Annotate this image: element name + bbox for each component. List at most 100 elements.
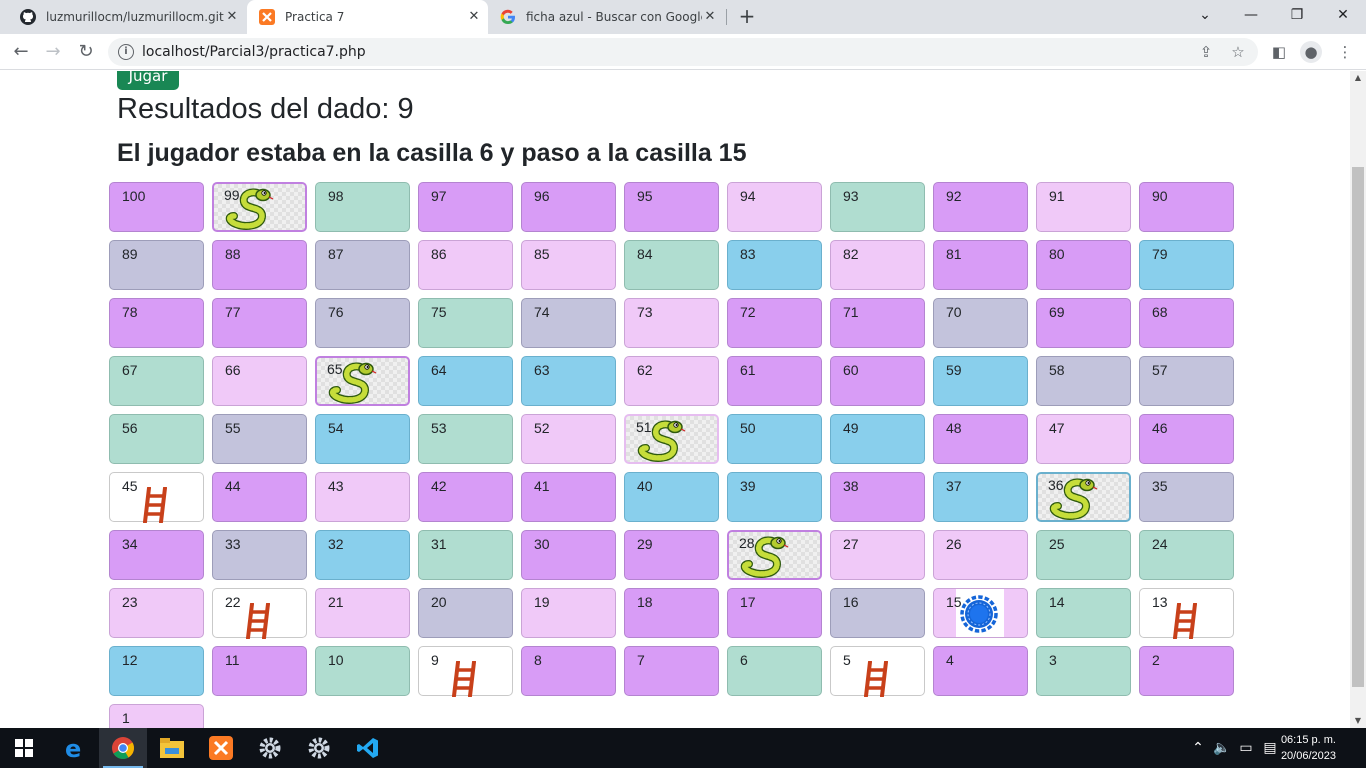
vscode-icon[interactable] [344,728,392,768]
board-cell-37: 37 [933,472,1028,522]
board-cell-85: 85 [521,240,616,290]
board-cell-15: 15 [933,588,1028,638]
page-scrollbar[interactable]: ▲ ▼ [1350,71,1366,728]
tab-practica-7[interactable]: Practica 7 ✕ [247,0,488,34]
system-clock[interactable]: 06:15 p. m. 20/06/2023 [1281,732,1336,764]
bookmark-star-icon[interactable]: ☆ [1228,42,1248,62]
board-cell-61: 61 [727,356,822,406]
board-cell-45: 45 [109,472,204,523]
board-cell-1: 1 [109,704,204,728]
board-cell-95: 95 [624,182,719,232]
scrollbar-thumb[interactable] [1352,167,1364,687]
back-icon[interactable]: ← [8,39,34,65]
tab-title: luzmurillocm/luzmurillocm.github.io [46,10,224,24]
forward-icon[interactable]: → [40,39,66,65]
cell-number: 10 [328,652,344,668]
board-cell-31: 31 [418,530,513,580]
edge-icon[interactable]: e [50,728,98,768]
cell-number: 1 [122,710,130,726]
play-button[interactable]: Jugar [117,71,179,90]
cell-number: 22 [225,594,241,610]
scroll-up-icon[interactable]: ▲ [1350,71,1366,85]
cell-number: 99 [224,187,240,203]
tab-title: ficha azul - Buscar con Google [526,10,702,24]
cell-number: 68 [1152,304,1168,320]
chrome-icon[interactable] [99,728,147,768]
cell-number: 31 [431,536,447,552]
cell-number: 71 [843,304,859,320]
cell-number: 67 [122,362,138,378]
cell-number: 62 [637,362,653,378]
cell-number: 37 [946,478,962,494]
tab-github[interactable]: luzmurillocm/luzmurillocm.github.io ✕ [8,0,246,34]
address-url[interactable]: localhost/Parcial3/practica7.php [142,44,366,60]
site-info-icon[interactable]: i [118,44,134,60]
board-cell-28: 28 [727,530,822,580]
cell-number: 52 [534,420,550,436]
board-cell-22: 22 [212,588,307,639]
scroll-down-icon[interactable]: ▼ [1350,714,1366,728]
board-cell-41: 41 [521,472,616,522]
clock-date: 20/06/2023 [1280,750,1336,762]
tray-chevron-up-icon[interactable]: ⌃ [1188,728,1208,768]
cell-number: 9 [431,652,439,668]
settings-gear-icon[interactable] [295,728,343,768]
clock-time: 06:15 p. m. [1280,734,1336,746]
board-cell-72: 72 [727,298,822,348]
player-token-icon [960,595,998,633]
board-cell-20: 20 [418,588,513,638]
board-cell-24: 24 [1139,530,1234,580]
board-cell-90: 90 [1139,182,1234,232]
board-cell-14: 14 [1036,588,1131,638]
tab-google-search[interactable]: ficha azul - Buscar con Google ✕ [488,0,724,34]
cell-number: 46 [1152,420,1168,436]
cell-number: 50 [740,420,756,436]
maximize-icon[interactable]: ❐ [1274,0,1320,30]
close-tab-icon[interactable]: ✕ [702,9,718,25]
settings-gear-icon[interactable] [246,728,294,768]
cell-number: 4 [946,652,954,668]
cell-number: 69 [1049,304,1065,320]
cell-number: 5 [843,652,851,668]
board-cell-86: 86 [418,240,513,290]
board-cell-100: 100 [109,182,204,232]
board-cell-48: 48 [933,414,1028,464]
close-tab-icon[interactable]: ✕ [466,9,482,25]
cell-number: 92 [946,188,962,204]
dice-result-heading: Resultados del dado: 9 [117,93,414,125]
board-cell-6: 6 [727,646,822,696]
file-explorer-icon[interactable] [148,728,196,768]
volume-muted-icon[interactable]: 🔈 [1212,728,1232,768]
tab-search-chevron-icon[interactable]: ⌄ [1182,0,1228,30]
board-cell-4: 4 [933,646,1028,696]
address-bar[interactable]: i localhost/Parcial3/practica7.php ⇪ ☆ [108,38,1258,66]
menu-kebab-icon[interactable]: ⋮ [1334,41,1356,63]
windows-start-icon[interactable] [0,728,48,768]
close-window-icon[interactable]: ✕ [1320,0,1366,30]
board-cell-73: 73 [624,298,719,348]
board-cell-23: 23 [109,588,204,638]
profile-avatar-icon[interactable]: ● [1300,41,1322,63]
board-cell-39: 39 [727,472,822,522]
xampp-icon[interactable] [197,728,245,768]
tab-separator [726,9,727,25]
google-icon [500,9,515,25]
board-cell-81: 81 [933,240,1028,290]
board-cell-29: 29 [624,530,719,580]
reload-icon[interactable]: ↻ [73,39,99,65]
board-cell-67: 67 [109,356,204,406]
board-cell-66: 66 [212,356,307,406]
notifications-icon[interactable]: ▤ [1260,728,1280,768]
cell-number: 26 [946,536,962,552]
side-panel-icon[interactable]: ◧ [1268,41,1290,63]
board-cell-84: 84 [624,240,719,290]
minimize-icon[interactable]: — [1228,0,1274,30]
cell-number: 32 [328,536,344,552]
network-icon[interactable]: ▭ [1236,728,1256,768]
share-icon[interactable]: ⇪ [1196,42,1216,62]
new-tab-icon[interactable]: + [736,6,758,28]
close-tab-icon[interactable]: ✕ [224,9,240,25]
board-cell-59: 59 [933,356,1028,406]
cell-number: 75 [431,304,447,320]
board-cell-97: 97 [418,182,513,232]
